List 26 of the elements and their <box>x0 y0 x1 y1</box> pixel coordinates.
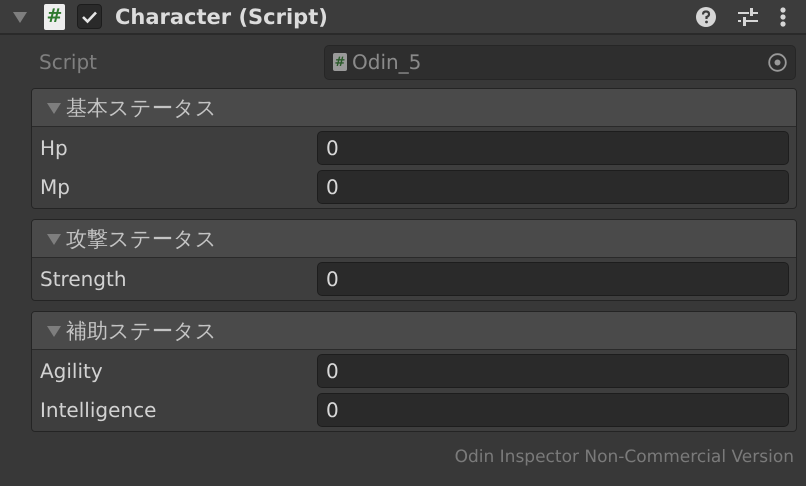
group-title[interactable]: 補助ステータス <box>66 316 217 344</box>
help-icon[interactable] <box>696 6 716 26</box>
sliders-icon[interactable] <box>738 6 758 26</box>
number-field[interactable]: 0 <box>317 393 789 427</box>
script-icon: # <box>333 53 347 71</box>
field-label: Agility <box>40 359 104 383</box>
field-label: Script <box>39 50 98 74</box>
group-title[interactable]: 攻撃ステータス <box>66 224 217 252</box>
object-picker-icon[interactable] <box>768 52 787 72</box>
number-field[interactable]: 0 <box>317 131 789 165</box>
component-title: Character (Script) <box>115 4 329 28</box>
number-field[interactable]: 0 <box>317 354 789 388</box>
script-icon: # <box>44 4 65 30</box>
footer-note: Odin Inspector Non-Commercial Version <box>454 447 795 467</box>
check-icon <box>81 10 98 24</box>
script-field[interactable]: # Odin_5 <box>324 44 796 80</box>
field-label: Strength <box>40 267 128 291</box>
number-field[interactable]: 0 <box>317 262 789 296</box>
field-label: Mp <box>40 175 71 199</box>
field-label: Intelligence <box>40 398 158 422</box>
enable-checkbox[interactable] <box>77 4 102 29</box>
caret-icon[interactable] <box>12 10 28 24</box>
number-field[interactable]: 0 <box>317 170 789 204</box>
field-label: Hp <box>40 136 69 160</box>
group-title[interactable]: 基本ステータス <box>66 94 217 122</box>
more-icon[interactable] <box>780 6 786 26</box>
